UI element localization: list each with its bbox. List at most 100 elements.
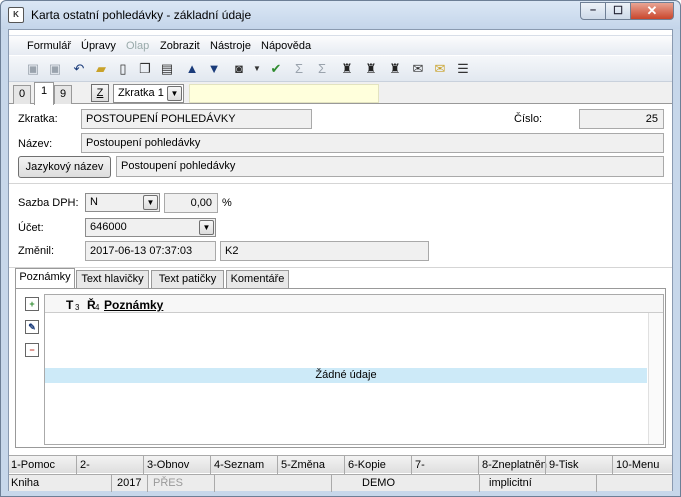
- sort-key-value: Zkratka 1: [118, 87, 164, 99]
- tab-komentare[interactable]: Komentáře: [226, 270, 289, 288]
- open-folder-icon[interactable]: ▰: [93, 61, 109, 77]
- key-f7[interactable]: 7-: [415, 459, 425, 471]
- cislo-label: Číslo:: [514, 113, 543, 125]
- zkratka-label: Zkratka:: [18, 113, 58, 125]
- key-f6[interactable]: 6-Kopie: [348, 459, 386, 471]
- info-status-bar: Kniha 2017 PŘES DEMO implicitní: [9, 474, 672, 492]
- sort-key-select[interactable]: Zkratka 1 ▼: [113, 84, 184, 103]
- list-menu-icon[interactable]: ☰: [455, 61, 471, 77]
- section-divider: [9, 267, 672, 268]
- ucet-select[interactable]: 646000 ▼: [85, 218, 216, 237]
- divider: [596, 475, 597, 492]
- sum-filter-icon: Σ: [317, 61, 327, 76]
- sort-z-button[interactable]: Z: [91, 84, 109, 102]
- window-title: Karta ostatní pohledávky - základní údaj…: [31, 8, 252, 22]
- maximize-icon: ☐: [613, 5, 623, 17]
- divider: [479, 475, 480, 492]
- chevron-down-icon: ▼: [199, 220, 214, 235]
- menu-nastroje[interactable]: Nástroje: [210, 40, 251, 52]
- email-send-icon[interactable]: ✉: [432, 61, 448, 77]
- new-document-icon[interactable]: ▯: [115, 61, 131, 77]
- divider: [76, 456, 77, 474]
- close-button[interactable]: ✕: [630, 2, 674, 20]
- delete-note-icon[interactable]: −: [25, 343, 39, 357]
- divider: [210, 456, 211, 474]
- menu-bar: Formulář Úpravy Olap Zobrazit Nástroje N…: [9, 35, 672, 55]
- notes-grid[interactable]: T 3 Ř 4 Poznámky Žádné údaje: [44, 294, 664, 445]
- zmenil-date-field: 2017-06-13 07:37:03: [85, 241, 216, 261]
- key-f10[interactable]: 10-Menu: [616, 459, 659, 471]
- arrow-up-icon[interactable]: ▲: [184, 61, 200, 77]
- page-tabs-row: 0 1 9 Z Zkratka 1 ▼: [9, 82, 672, 105]
- tab-text-paticky[interactable]: Text patičky: [151, 270, 224, 288]
- vertical-scrollbar[interactable]: [648, 313, 663, 444]
- tab-1[interactable]: 1: [34, 82, 54, 105]
- status-database: DEMO: [362, 477, 395, 489]
- empty-data-row: Žádné údaje: [45, 368, 647, 383]
- type-column-sub: 3: [75, 303, 80, 312]
- save-close-icon: ▣: [48, 61, 62, 76]
- tab-9[interactable]: 9: [54, 85, 72, 104]
- function-keys-bar: 1-Pomoc 2- 3-Obnov 4-Seznam 5-Změna 6-Ko…: [9, 455, 672, 474]
- edit-note-icon[interactable]: ✎: [25, 320, 39, 334]
- tab-poznamky[interactable]: Poznámky: [15, 268, 75, 289]
- find-next-icon[interactable]: ♜: [363, 61, 379, 77]
- notes-column-header[interactable]: Poznámky: [104, 298, 163, 312]
- status-book: Kniha: [11, 477, 40, 489]
- arrow-down-icon[interactable]: ▼: [206, 61, 222, 77]
- divider: [277, 456, 278, 474]
- zkratka-field[interactable]: POSTOUPENÍ POHLEDÁVKY: [81, 109, 312, 129]
- undo-icon[interactable]: ↶: [71, 61, 87, 77]
- minimize-button[interactable]: –: [580, 2, 606, 20]
- book-icon[interactable]: ▤: [159, 61, 175, 77]
- mail-icon[interactable]: ✉: [410, 61, 426, 77]
- key-f2[interactable]: 2-: [80, 459, 90, 471]
- divider: [214, 475, 215, 492]
- menu-upravy[interactable]: Úpravy: [81, 40, 116, 52]
- divider: [147, 475, 148, 492]
- key-f9[interactable]: 9-Tisk: [549, 459, 579, 471]
- key-f3[interactable]: 3-Obnov: [147, 459, 189, 471]
- menu-formular[interactable]: Formulář: [27, 40, 71, 52]
- sazba-percent-field[interactable]: 0,00: [164, 193, 218, 213]
- status-mode: PŘES: [153, 477, 183, 489]
- nazev-label: Název:: [18, 138, 53, 150]
- notes-panel: + ✎ − T 3 Ř 4 Poznámky Žádné údaje: [15, 288, 666, 448]
- sum-icon: Σ: [294, 61, 304, 76]
- menu-napoveda[interactable]: Nápověda: [261, 40, 311, 52]
- window-controls: – ☐ ✕: [580, 2, 674, 20]
- filter-check-icon[interactable]: ✔: [268, 61, 284, 77]
- nazev-field[interactable]: Postoupení pohledávky: [81, 133, 664, 153]
- status-profile: implicitní: [489, 477, 532, 489]
- title-bar[interactable]: K Karta ostatní pohledávky - základní úd…: [1, 1, 680, 29]
- divider: [478, 456, 479, 474]
- key-f5[interactable]: 5-Změna: [281, 459, 325, 471]
- type-column-header[interactable]: T: [66, 298, 73, 312]
- jazykovy-nazev-field[interactable]: Postoupení pohledávky: [116, 156, 664, 177]
- tab-text-hlavicky[interactable]: Text hlavičky: [76, 270, 149, 288]
- find-all-icon[interactable]: ♜: [387, 61, 403, 77]
- camera-icon[interactable]: ◙: [231, 61, 247, 77]
- quick-search-input[interactable]: [189, 84, 379, 103]
- app-icon[interactable]: K: [8, 7, 24, 23]
- percent-label: %: [222, 197, 232, 209]
- divider: [545, 456, 546, 474]
- chevron-down-icon: ▼: [167, 86, 182, 101]
- ucet-value: 646000: [90, 221, 127, 233]
- maximize-button[interactable]: ☐: [605, 2, 631, 20]
- sazba-dph-select[interactable]: N ▼: [85, 193, 160, 212]
- divider: [411, 456, 412, 474]
- jazykovy-nazev-button[interactable]: Jazykový název: [18, 156, 111, 178]
- tab-0[interactable]: 0: [13, 85, 31, 104]
- binoculars-icon[interactable]: ♜: [339, 61, 355, 77]
- chevron-down-icon: ▼: [143, 195, 158, 210]
- add-note-icon[interactable]: +: [25, 297, 39, 311]
- key-f4[interactable]: 4-Seznam: [214, 459, 264, 471]
- camera-dropdown-icon[interactable]: ▼: [249, 61, 265, 77]
- copy-icon[interactable]: ❐: [137, 61, 153, 77]
- key-f8[interactable]: 8-Zneplatněn: [482, 459, 547, 471]
- key-f1[interactable]: 1-Pomoc: [11, 459, 55, 471]
- menu-zobrazit[interactable]: Zobrazit: [160, 40, 200, 52]
- status-year: 2017: [117, 477, 142, 489]
- cislo-field[interactable]: 25: [579, 109, 664, 129]
